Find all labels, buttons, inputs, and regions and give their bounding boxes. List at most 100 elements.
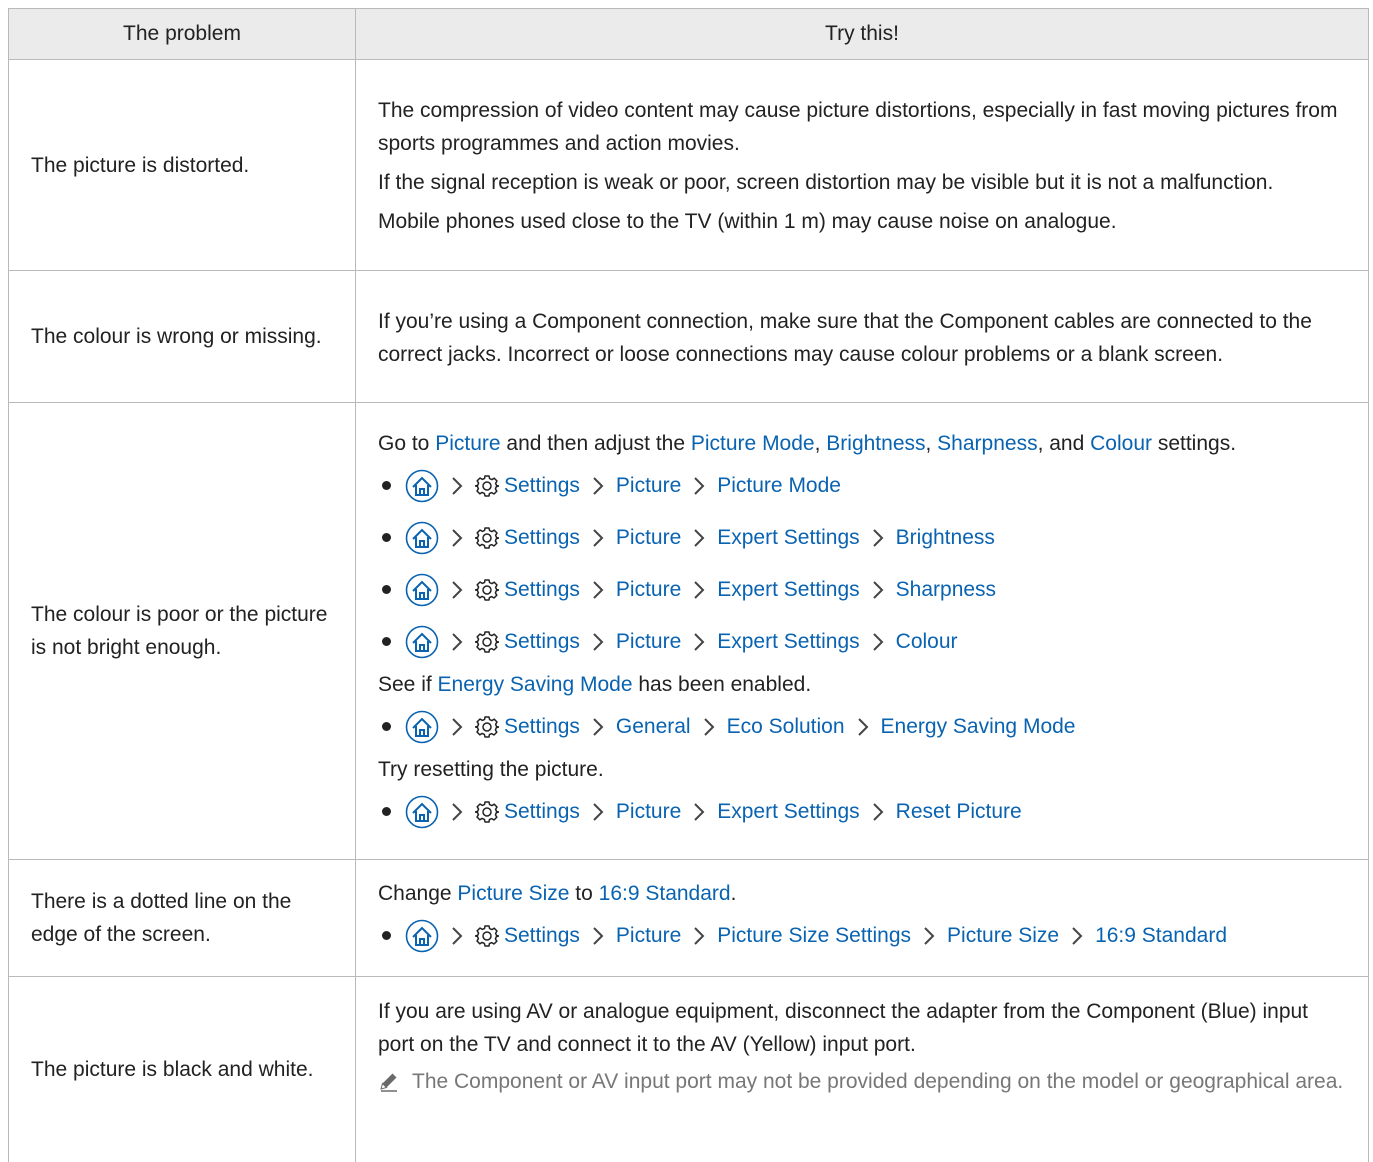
menu-path-item[interactable]: Settings <box>504 919 580 952</box>
gear-icon <box>475 924 499 948</box>
text-span: , <box>814 431 827 455</box>
menu-path-item[interactable]: Energy Saving Mode <box>881 710 1076 743</box>
chevron-right-icon <box>693 476 705 496</box>
text-span: has been enabled. <box>632 672 812 696</box>
chevron-right-icon <box>693 926 705 946</box>
menu-path-item[interactable]: General <box>616 710 691 743</box>
menu-path: Settings General Eco Solution Energy Saving… <box>378 701 1348 753</box>
troubleshooting-table: The problem Try this! The picture is dis… <box>8 8 1369 1162</box>
solution-text: The compression of video content may cau… <box>378 99 1338 155</box>
note-text: The Component or AV input port may not b… <box>412 1070 1344 1093</box>
table-header: The problem Try this! <box>9 8 1368 60</box>
home-icon[interactable] <box>405 795 439 829</box>
menu-path-item[interactable]: Picture <box>616 919 681 952</box>
home-icon[interactable] <box>405 710 439 744</box>
solution-text: Change Picture Size to 16:9 Standard. <box>378 877 1348 910</box>
bullet <box>382 807 391 816</box>
link-picture-size[interactable]: Picture Size <box>457 882 569 905</box>
menu-path: Settings Picture Picture Mode <box>378 460 1348 512</box>
home-icon[interactable] <box>405 625 439 659</box>
menu-path-item[interactable]: Reset Picture <box>896 795 1022 828</box>
menu-path-item[interactable]: Picture Size Settings <box>717 919 911 952</box>
menu-path-item[interactable]: Picture <box>616 521 681 554</box>
solution-text: If you are using AV or analogue equipmen… <box>378 1000 1309 1056</box>
chevron-right-icon <box>592 632 604 652</box>
chevron-right-icon <box>1071 926 1083 946</box>
solution-cell: Go to Picture and then adjust the Pictur… <box>356 403 1368 859</box>
solution-text: If the signal reception is weak or poor,… <box>378 171 1274 194</box>
table-row: The picture is black and white. If you a… <box>9 977 1368 1162</box>
menu-path-item[interactable]: Settings <box>504 625 580 658</box>
gear-icon <box>475 474 499 498</box>
home-icon[interactable] <box>405 573 439 607</box>
menu-path-item[interactable]: Brightness <box>896 521 995 554</box>
menu-path-item[interactable]: Picture <box>616 795 681 828</box>
solution-text: See if Energy Saving Mode has been enabl… <box>378 668 1348 701</box>
gear-icon <box>475 526 499 550</box>
link-sharpness[interactable]: Sharpness <box>937 432 1037 455</box>
text-span: , <box>925 431 938 455</box>
table-row: The picture is distorted. The compressio… <box>9 60 1368 271</box>
menu-path-item[interactable]: Picture <box>616 469 681 502</box>
menu-path: Settings Picture Expert Settings Sharpness <box>378 564 1348 616</box>
text-span: Go to <box>378 431 436 455</box>
solution-cell: If you’re using a Component connection, … <box>356 271 1368 402</box>
chevron-right-icon <box>703 717 715 737</box>
link-energy-saving-mode[interactable]: Energy Saving Mode <box>438 673 633 696</box>
menu-path: Settings Picture Expert Settings Reset Pict… <box>378 786 1348 838</box>
menu-path-item[interactable]: Settings <box>504 795 580 828</box>
menu-path-item[interactable]: Picture Mode <box>717 469 841 502</box>
menu-path-item[interactable]: Settings <box>504 469 580 502</box>
link-brightness[interactable]: Brightness <box>826 432 925 455</box>
note: The Component or AV input port may not b… <box>378 1065 1348 1102</box>
menu-path-item[interactable]: Picture <box>616 573 681 606</box>
chevron-right-icon <box>451 802 463 822</box>
text-span: Change <box>378 881 458 905</box>
text-span: to <box>569 881 599 905</box>
home-icon[interactable] <box>405 521 439 555</box>
problem-cell: There is a dotted line on the edge of th… <box>9 860 356 976</box>
chevron-right-icon <box>693 632 705 652</box>
problem-cell: The picture is black and white. <box>9 977 356 1162</box>
menu-path-item[interactable]: Settings <box>504 710 580 743</box>
problem-cell: The picture is distorted. <box>9 60 356 270</box>
menu-path-item[interactable]: Expert Settings <box>717 521 859 554</box>
link-colour[interactable]: Colour <box>1090 432 1152 455</box>
menu-path-item[interactable]: Sharpness <box>896 573 996 606</box>
chevron-right-icon <box>693 580 705 600</box>
menu-path-item[interactable]: Expert Settings <box>717 625 859 658</box>
menu-path-item[interactable]: Eco Solution <box>727 710 845 743</box>
chevron-right-icon <box>693 528 705 548</box>
menu-path-item[interactable]: Expert Settings <box>717 573 859 606</box>
bullet <box>382 481 391 490</box>
chevron-right-icon <box>872 632 884 652</box>
home-icon[interactable] <box>405 469 439 503</box>
chevron-right-icon <box>592 717 604 737</box>
solution-text: If you’re using a Component connection, … <box>378 309 1312 366</box>
menu-path-item[interactable]: Picture Size <box>947 919 1059 952</box>
menu-path: Settings Picture Expert Settings Colour <box>378 616 1348 668</box>
link-picture[interactable]: Picture <box>435 432 500 455</box>
bullet <box>382 533 391 542</box>
menu-path-item[interactable]: Colour <box>896 625 958 658</box>
link-16-9-standard[interactable]: 16:9 Standard <box>599 882 731 905</box>
menu-path-item[interactable]: 16:9 Standard <box>1095 919 1227 952</box>
solution-text: Mobile phones used close to the TV (with… <box>378 210 1117 233</box>
menu-path-item[interactable]: Settings <box>504 573 580 606</box>
menu-path-item[interactable]: Picture <box>616 625 681 658</box>
link-picture-mode[interactable]: Picture Mode <box>691 432 815 455</box>
gear-icon <box>475 800 499 824</box>
text-span: See if <box>378 672 438 696</box>
problem-cell: The colour is poor or the picture is not… <box>9 403 356 859</box>
chevron-right-icon <box>592 528 604 548</box>
header-problem: The problem <box>9 9 356 59</box>
chevron-right-icon <box>592 580 604 600</box>
chevron-right-icon <box>451 926 463 946</box>
chevron-right-icon <box>592 802 604 822</box>
table-row: There is a dotted line on the edge of th… <box>9 860 1368 977</box>
bullet <box>382 722 391 731</box>
home-icon[interactable] <box>405 919 439 953</box>
solution-text: Go to Picture and then adjust the Pictur… <box>378 427 1348 460</box>
menu-path-item[interactable]: Expert Settings <box>717 795 859 828</box>
menu-path-item[interactable]: Settings <box>504 521 580 554</box>
